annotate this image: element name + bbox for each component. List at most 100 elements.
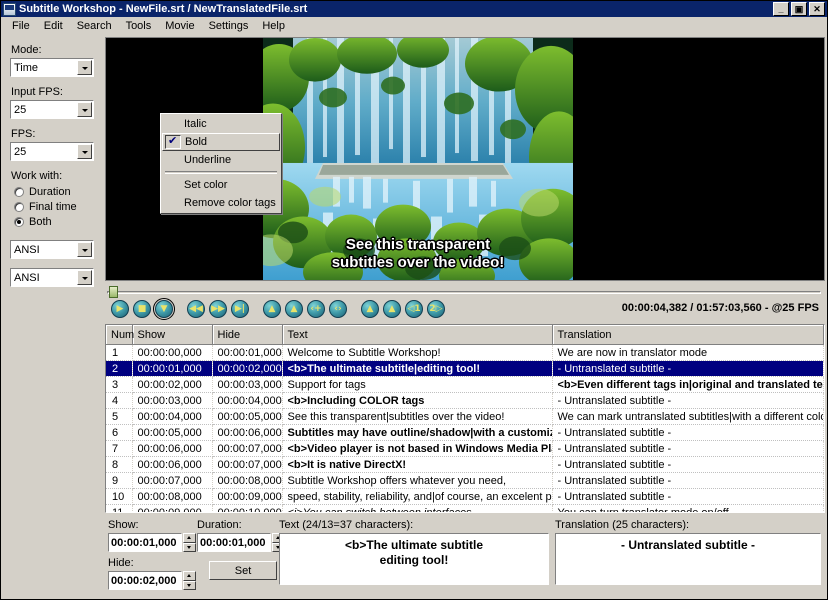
next-frame-button[interactable]: ▶|	[231, 300, 249, 318]
ctx-item-label: Underline	[184, 154, 231, 166]
tag-context-menu[interactable]: Italic Bold Underline Set color Remove color…	[160, 113, 282, 214]
table-row[interactable]: 500:00:04,00000:00:05,000See this transp…	[106, 409, 824, 425]
duration-input[interactable]: 00:00:01,000	[197, 533, 271, 552]
cell-hide: 00:00:10,000	[212, 505, 282, 514]
menu-search[interactable]: Search	[70, 18, 119, 34]
radio-label: Both	[29, 216, 52, 228]
input-fps-select[interactable]: 25	[10, 100, 94, 119]
radio-indicator	[14, 202, 24, 212]
menu-help[interactable]: Help	[255, 18, 292, 34]
text-editor[interactable]: <b>The ultimate subtitle editing tool!	[279, 533, 549, 585]
set-end-button[interactable]: ▲	[383, 300, 401, 318]
show-spin-down[interactable]	[183, 543, 196, 553]
table-row[interactable]: 200:00:01,00000:00:02,000<b>The ultimate…	[106, 361, 824, 377]
cell-num: 1	[106, 345, 132, 361]
column-header-show[interactable]: Show	[132, 325, 212, 345]
ctx-set-color[interactable]: Set color	[162, 176, 280, 194]
table-row[interactable]: 600:00:05,00000:00:06,000Subtitles may h…	[106, 425, 824, 441]
cell-translation: - Untranslated subtitle -	[552, 489, 824, 505]
chevron-down-icon[interactable]	[77, 144, 92, 159]
move-right-button[interactable]: ‹›	[329, 300, 347, 318]
cell-text: Subtitles may have outline/shadow|with a…	[282, 425, 552, 441]
table-row[interactable]: 100:00:00,00000:00:01,000Welcome to Subt…	[106, 345, 824, 361]
mark-two-button[interactable]: 2▷	[427, 300, 445, 318]
menu-tools[interactable]: Tools	[119, 18, 159, 34]
show-input[interactable]: 00:00:01,000	[108, 533, 182, 552]
hide-stepper[interactable]: 00:00:02,000	[108, 571, 196, 590]
duration-stepper[interactable]: 00:00:01,000	[197, 533, 285, 552]
hide-spin-up[interactable]	[183, 571, 196, 581]
video-subtitle-overlay: See this transparent subtitles over the …	[263, 236, 573, 272]
hide-spin-arrows[interactable]	[183, 571, 196, 590]
table-row[interactable]: 900:00:07,00000:00:08,000Subtitle Worksh…	[106, 473, 824, 489]
menu-edit[interactable]: Edit	[37, 18, 70, 34]
radio-final-time[interactable]: Final time	[14, 201, 97, 213]
stop-button[interactable]: ■	[133, 300, 151, 318]
menu-file[interactable]: File	[5, 18, 37, 34]
restore-button[interactable]: ▣	[791, 2, 807, 16]
ctx-bold[interactable]: Bold	[162, 133, 280, 151]
ctx-underline[interactable]: Underline	[162, 151, 280, 169]
hide-input[interactable]: 00:00:02,000	[108, 571, 182, 590]
show-spin-up[interactable]	[183, 533, 196, 543]
subtitle-list[interactable]: NumShowHideTextTranslation 100:00:00,000…	[105, 324, 825, 513]
table-row[interactable]: 700:00:06,00000:00:07,000<b>Video player…	[106, 441, 824, 457]
set-start-button[interactable]: ▲	[361, 300, 379, 318]
radio-duration[interactable]: Duration	[14, 186, 97, 198]
set-button[interactable]: Set	[209, 561, 277, 580]
column-header-num[interactable]: Num	[106, 325, 132, 345]
column-header-text[interactable]: Text	[282, 325, 552, 345]
chevron-down-icon[interactable]	[77, 102, 92, 117]
ctx-item-label: Bold	[185, 136, 207, 148]
playback-timecode: 00:00:04,382 / 01:57:03,560 - @25 FPS	[622, 302, 819, 314]
table-row[interactable]: 300:00:02,00000:00:03,000Support for tag…	[106, 377, 824, 393]
rewind-button[interactable]: ◀◀	[187, 300, 205, 318]
cell-show: 00:00:05,000	[132, 425, 212, 441]
cell-show: 00:00:04,000	[132, 409, 212, 425]
column-header-translation[interactable]: Translation	[552, 325, 824, 345]
play-button[interactable]: ▶	[111, 300, 129, 318]
cell-hide: 00:00:06,000	[212, 425, 282, 441]
chevron-down-icon[interactable]	[77, 270, 92, 285]
next-subtitle-button[interactable]: ▲	[285, 300, 303, 318]
menu-movie[interactable]: Movie	[158, 18, 201, 34]
close-button[interactable]: ✕	[809, 2, 825, 16]
mode-value: Time	[11, 62, 77, 74]
cell-text: Welcome to Subtitle Workshop!	[282, 345, 552, 361]
ctx-item-label: Set color	[184, 179, 227, 191]
column-header-hide[interactable]: Hide	[212, 325, 282, 345]
minimize-button[interactable]: _	[773, 2, 789, 16]
ctx-remove-color-tags[interactable]: Remove color tags	[162, 194, 280, 212]
seek-slider[interactable]	[107, 286, 821, 298]
table-row[interactable]: 1100:00:09,00000:00:10,000<i>You can swi…	[106, 505, 824, 514]
table-row[interactable]: 1000:00:08,00000:00:09,000speed, stabili…	[106, 489, 824, 505]
chevron-down-icon[interactable]	[77, 242, 92, 257]
translation-editor[interactable]: - Untranslated subtitle -	[555, 533, 821, 585]
show-stepper[interactable]: 00:00:01,000	[108, 533, 196, 552]
prev-subtitle-button[interactable]: ▲	[263, 300, 281, 318]
radio-both[interactable]: Both	[14, 216, 97, 228]
subtitle-line-1: See this transparent	[263, 236, 573, 254]
chevron-down-icon[interactable]	[77, 60, 92, 75]
move-left-button[interactable]: ‹+	[307, 300, 325, 318]
translated-charset-select[interactable]: ANSI	[10, 268, 94, 287]
ctx-italic[interactable]: Italic	[162, 115, 280, 133]
fps-select[interactable]: 25	[10, 142, 94, 161]
player-button-row: ▶■▼◀◀▶▶▶|▲▲‹+‹›▲▲◁12▷	[111, 300, 449, 318]
hide-spin-down[interactable]	[183, 581, 196, 591]
cell-text: speed, stability, reliability, and|of co…	[282, 489, 552, 505]
show-spin-arrows[interactable]	[183, 533, 196, 552]
seek-thumb[interactable]	[109, 286, 118, 298]
body-area: Mode: Time Input FPS: 25 FPS: 25 Work wi…	[2, 36, 826, 598]
original-charset-select[interactable]: ANSI	[10, 240, 94, 259]
mode-select[interactable]: Time	[10, 58, 94, 77]
table-row[interactable]: 800:00:06,00000:00:07,000<b>It is native…	[106, 457, 824, 473]
forward-button[interactable]: ▶▶	[209, 300, 227, 318]
window-controls: _ ▣ ✕	[773, 2, 825, 16]
mark-one-button[interactable]: ◁1	[405, 300, 423, 318]
table-row[interactable]: 400:00:03,00000:00:04,000<b>Including CO…	[106, 393, 824, 409]
cell-text: <i>You can switch between interfaces	[282, 505, 552, 514]
menu-settings[interactable]: Settings	[202, 18, 256, 34]
move-subtitle-button[interactable]: ▼	[155, 300, 173, 318]
cell-hide: 00:00:09,000	[212, 489, 282, 505]
